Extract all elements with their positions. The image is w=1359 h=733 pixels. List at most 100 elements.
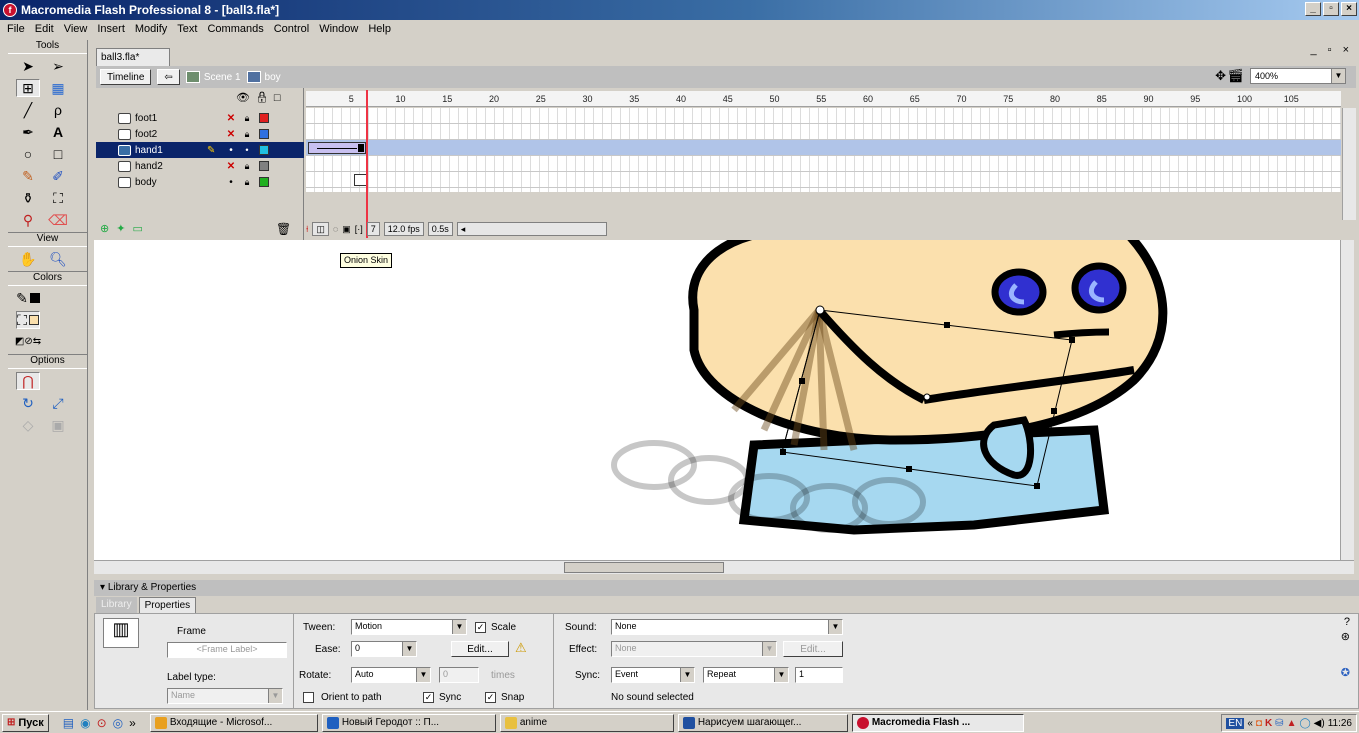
edit-accessibility-icon[interactable]: ✪ xyxy=(1341,666,1350,679)
warning-tray-icon[interactable]: ▲ xyxy=(1287,718,1297,729)
menu-file[interactable]: File xyxy=(2,23,30,35)
outline-color-swatch[interactable] xyxy=(259,113,269,123)
frame-rate[interactable]: 12.0 fps xyxy=(383,222,424,236)
edit-scene-icon[interactable]: 🎬︎ xyxy=(1227,68,1244,84)
frame-ruler[interactable]: 5 10 15 20 25 30 35 40 45 50 55 60 65 70 75 80 85 90 95 100… xyxy=(306,91,1341,107)
timeline-hscroll[interactable]: ◂ xyxy=(456,222,607,236)
antivirus-icon[interactable]: ◘ xyxy=(1256,718,1262,729)
zoom-tool-icon[interactable]: 🔍︎ xyxy=(46,250,70,268)
desktop-icon[interactable]: ▤ xyxy=(63,716,74,730)
scale-checkbox[interactable]: ✓ xyxy=(475,622,486,633)
rotate-times-input[interactable]: 0 xyxy=(439,667,479,683)
playhead[interactable] xyxy=(366,90,368,238)
repeat-count-input[interactable]: 1 xyxy=(795,667,843,683)
trash-icon[interactable]: 🗑︎ xyxy=(276,222,291,236)
tab-properties[interactable]: Properties xyxy=(138,597,197,613)
task-outlook[interactable]: Входящие - Microsof... xyxy=(149,713,318,732)
browser-icon[interactable]: ◉ xyxy=(80,716,90,730)
frame-row-hand1[interactable] xyxy=(306,140,1341,156)
messenger-icon[interactable]: ◎ xyxy=(113,716,123,730)
menu-view[interactable]: View xyxy=(59,23,93,35)
task-browser[interactable]: Новый Геродот :: П... xyxy=(321,713,496,732)
fill-color-icon[interactable]: ⛶ xyxy=(16,311,40,329)
lock-icon[interactable]: 🔒︎ xyxy=(239,129,255,140)
ease-input[interactable]: 0 ▼ xyxy=(351,641,417,657)
center-frame-icon[interactable]: ⍿ xyxy=(306,224,308,235)
fill-transform-tool-icon[interactable]: ▦ xyxy=(46,79,70,97)
lock-icon[interactable]: 🔒︎ xyxy=(239,113,255,124)
task-flash[interactable]: Macromedia Flash ... xyxy=(851,713,1024,732)
kaspersky-icon[interactable]: K xyxy=(1265,718,1272,729)
edit-multiple-frames-icon[interactable]: ▣ xyxy=(342,224,351,235)
menu-control[interactable]: Control xyxy=(269,23,314,35)
pen-tool-icon[interactable]: ✒ xyxy=(16,123,40,141)
layer-buttons[interactable]: ⊕ ✦ ▭ xyxy=(100,222,300,236)
tween-select[interactable]: Motion ▼ xyxy=(351,619,467,635)
lock-icon[interactable]: 🔒︎ xyxy=(239,161,255,172)
swap-colors-icon[interactable]: ◩⊘⇆ xyxy=(15,333,41,351)
layer-body[interactable]: body • 🔒︎ xyxy=(96,174,304,190)
frame-label-input[interactable]: <Frame Label> xyxy=(167,642,287,658)
frame-row-hand2[interactable] xyxy=(306,156,1341,172)
effect-select[interactable]: None ▼ xyxy=(611,641,777,657)
ease-edit-button[interactable]: Edit... xyxy=(451,641,509,657)
text-tool-icon[interactable]: A xyxy=(46,123,70,141)
panel-title-bar[interactable]: ▾ Library & Properties xyxy=(94,580,1359,596)
arrow-tool-icon[interactable]: ➤ xyxy=(16,57,40,75)
stage-vscroll[interactable] xyxy=(1340,240,1354,560)
menu-insert[interactable]: Insert xyxy=(92,23,130,35)
back-arrow-icon[interactable]: ⇦ xyxy=(157,69,180,85)
outline-color-swatch[interactable] xyxy=(259,161,269,171)
onion-outlines-icon[interactable]: ◌ xyxy=(333,224,338,234)
hidden-x-icon[interactable]: ✕ xyxy=(223,161,239,172)
oval-tool-icon[interactable]: ○ xyxy=(16,145,40,163)
sync-checkbox[interactable]: ✓ xyxy=(423,692,434,703)
layer-hand1[interactable]: hand1 ✎ • • xyxy=(96,142,304,158)
hand-tool-icon[interactable]: ✋ xyxy=(16,250,40,268)
orient-to-path-checkbox[interactable] xyxy=(303,692,314,703)
eyedropper-tool-icon[interactable]: ⚲ xyxy=(16,211,40,229)
frame-row-foot1[interactable] xyxy=(306,108,1341,124)
snap-checkbox[interactable]: ✓ xyxy=(485,692,496,703)
onion-markers-icon[interactable]: [·] xyxy=(355,224,363,234)
layer-header-icons[interactable]: 👁︎🔒︎□ xyxy=(236,91,286,104)
motion-tween-span[interactable] xyxy=(308,142,366,154)
rectangle-tool-icon[interactable]: □ xyxy=(46,145,70,163)
accessibility-icon[interactable]: ⊛ xyxy=(1341,630,1350,643)
layer-hand2[interactable]: hand2 ✕ 🔒︎ xyxy=(96,158,304,174)
network-icon[interactable]: ⛁ xyxy=(1275,718,1283,729)
rotate-skew-icon[interactable]: ↻ xyxy=(16,394,40,412)
hidden-x-icon[interactable]: ✕ xyxy=(223,129,239,140)
document-tab[interactable]: ball3.fla* xyxy=(96,48,170,66)
help-icon[interactable]: ? xyxy=(1344,616,1350,628)
task-word[interactable]: Нарисуем шагающег... xyxy=(677,713,848,732)
tray-expand-icon[interactable]: « xyxy=(1247,718,1253,729)
symbol-breadcrumb[interactable]: boy xyxy=(246,71,281,83)
layer-foot2[interactable]: foot2 ✕ 🔒︎ xyxy=(96,126,304,142)
sound-select[interactable]: None ▼ xyxy=(611,619,843,635)
zoom-select[interactable]: 400% ▼ xyxy=(1250,68,1346,84)
volume-icon[interactable]: ◀) xyxy=(1314,718,1325,729)
layer-foot1[interactable]: foot1 ✕ 🔒︎ xyxy=(96,110,304,126)
warning-icon[interactable]: ⚠ xyxy=(515,640,527,656)
close-button[interactable]: × xyxy=(1341,2,1357,16)
stage[interactable] xyxy=(94,240,1354,560)
menu-commands[interactable]: Commands xyxy=(202,23,268,35)
sync-event-select[interactable]: Event ▼ xyxy=(611,667,695,683)
lock-dot-icon[interactable]: • xyxy=(239,145,255,155)
stroke-color-icon[interactable]: ✎ xyxy=(16,289,40,307)
task-anime-folder[interactable]: anime xyxy=(499,713,674,732)
outline-color-swatch[interactable] xyxy=(259,145,269,155)
snap-magnet-icon[interactable]: ⋂ xyxy=(16,372,40,390)
free-transform-tool-icon[interactable]: ⊞ xyxy=(16,79,40,97)
brush-tool-icon[interactable]: ✐ xyxy=(46,167,70,185)
frame-row-foot2[interactable] xyxy=(306,124,1341,140)
eraser-tool-icon[interactable]: ⌫ xyxy=(46,211,70,229)
effect-edit-button[interactable]: Edit... xyxy=(783,641,843,657)
timeline-toggle-button[interactable]: Timeline xyxy=(100,69,152,85)
outline-color-swatch[interactable] xyxy=(259,129,269,139)
edit-symbols-icon[interactable]: ✥ xyxy=(1215,68,1226,84)
frame-row-body[interactable] xyxy=(306,172,1341,188)
more-icon[interactable]: » xyxy=(129,716,136,730)
scale-icon[interactable]: ⤢ xyxy=(46,394,70,412)
